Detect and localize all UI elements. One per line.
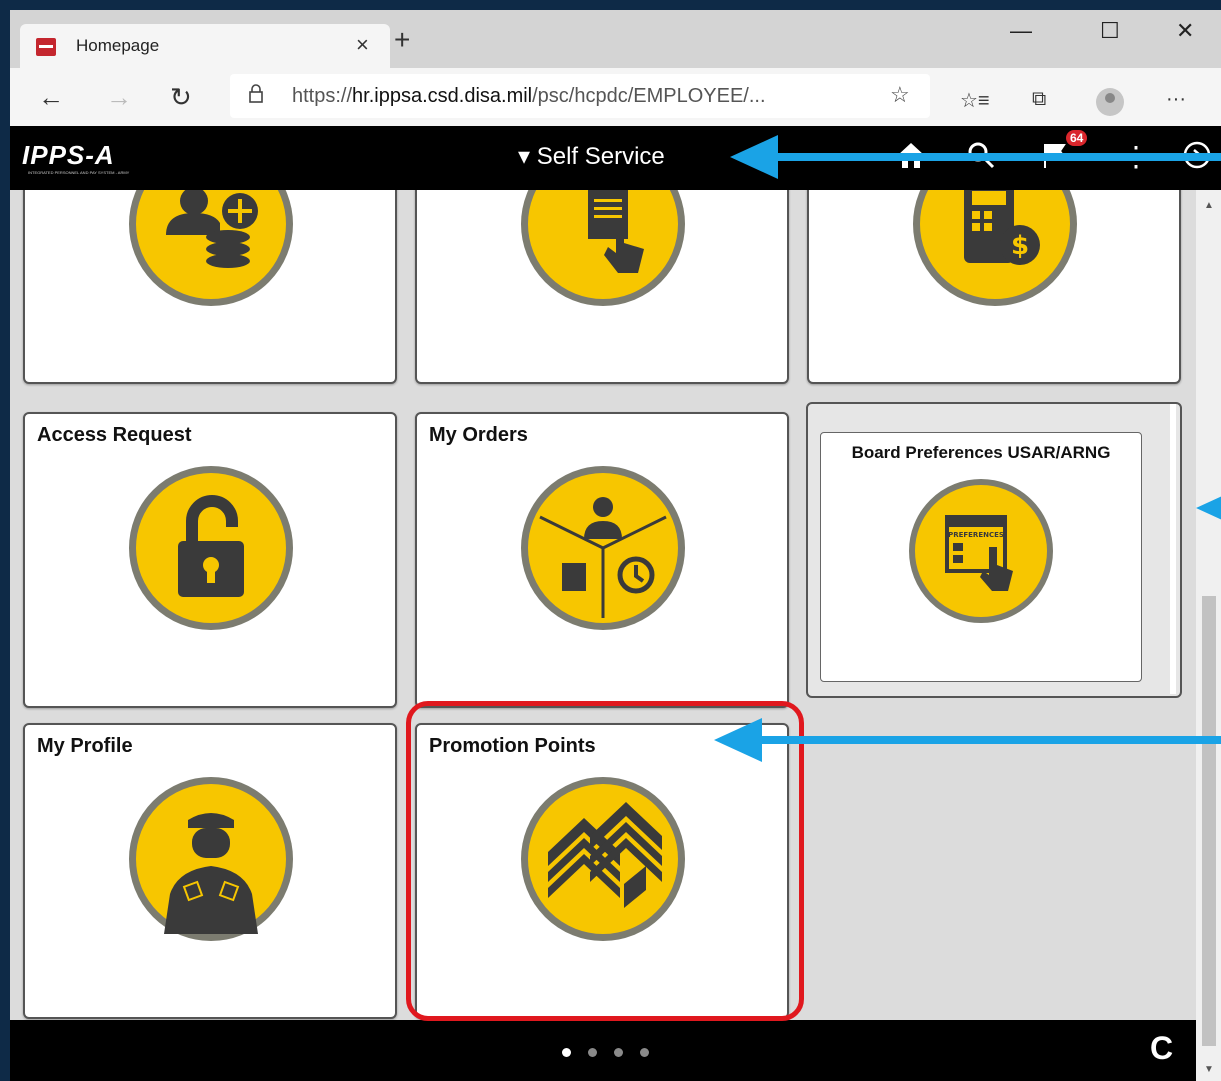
tile-documents[interactable] bbox=[415, 190, 789, 384]
tile-payroll[interactable]: $ bbox=[807, 190, 1181, 384]
page-dot-3[interactable] bbox=[614, 1048, 623, 1057]
tile-title: My Profile bbox=[37, 735, 133, 757]
tile-title: Access Request bbox=[37, 424, 192, 446]
scroll-up-arrow-icon[interactable]: ▲ bbox=[1204, 200, 1214, 211]
collections-icon[interactable]: ⧉ bbox=[1032, 88, 1046, 111]
calculator-dollar-icon: $ bbox=[913, 190, 1077, 306]
logo-subtitle: INTEGRATED PERSONNEL AND PAY SYSTEM - AR… bbox=[28, 170, 130, 175]
svg-text:PREFERENCES: PREFERENCES bbox=[948, 531, 1004, 539]
tile-title: Board Preferences USAR/ARNG bbox=[851, 443, 1111, 462]
url-field[interactable]: https://hr.ippsa.csd.disa.mil/psc/hcpdc/… bbox=[230, 74, 930, 118]
soldier-profile-icon bbox=[129, 777, 293, 941]
tile-group-board-preferences: Board Preferences USAR/ARNG PREFERENCES bbox=[806, 402, 1182, 698]
page-dot-2[interactable] bbox=[588, 1048, 597, 1057]
maximize-button[interactable]: ☐ bbox=[1100, 18, 1120, 44]
more-menu-icon[interactable]: ··· bbox=[1166, 88, 1186, 111]
url-text: https://hr.ippsa.csd.disa.mil/psc/hcpdc/… bbox=[292, 85, 766, 107]
unlocked-padlock-icon bbox=[129, 466, 293, 630]
tile-my-orders[interactable]: My Orders bbox=[415, 412, 789, 708]
page-dot-1[interactable] bbox=[562, 1048, 571, 1057]
favorites-list-icon[interactable]: ☆≡ bbox=[960, 88, 990, 113]
tile-my-profile[interactable]: My Profile bbox=[23, 723, 397, 1019]
tile-benefits[interactable] bbox=[23, 190, 397, 384]
document-touch-icon bbox=[521, 190, 685, 306]
homepage-selector[interactable]: ▾ Self Service bbox=[518, 142, 665, 171]
annotation-arrow-board-prefs-head bbox=[1196, 486, 1221, 530]
favorite-star-icon[interactable]: ☆ bbox=[890, 82, 910, 108]
svg-text:$: $ bbox=[1011, 231, 1029, 261]
close-window-button[interactable]: ✕ bbox=[1176, 18, 1194, 44]
new-tab-button[interactable]: + bbox=[394, 24, 410, 56]
tab-close-icon[interactable]: × bbox=[356, 32, 369, 58]
page-footer: C bbox=[10, 1020, 1196, 1081]
tile-title: My Orders bbox=[429, 424, 528, 446]
browser-tab[interactable]: Homepage × bbox=[20, 24, 390, 70]
tile-board-preferences[interactable]: Board Preferences USAR/ARNG PREFERENCES bbox=[820, 432, 1142, 682]
scroll-down-arrow-icon[interactable]: ▼ bbox=[1204, 1064, 1214, 1075]
page-scrollbar[interactable]: ▲ ▼ bbox=[1196, 190, 1221, 1081]
refresh-icon[interactable]: C bbox=[1150, 1030, 1173, 1067]
page-dot-4[interactable] bbox=[640, 1048, 649, 1057]
annotation-arrow-promotion-points-head bbox=[714, 718, 762, 762]
back-button[interactable]: ← bbox=[38, 82, 64, 113]
profile-avatar[interactable] bbox=[1096, 88, 1124, 116]
forward-button[interactable]: → bbox=[106, 82, 132, 113]
annotation-arrow-self-service bbox=[776, 153, 1221, 161]
scroll-thumb[interactable] bbox=[1202, 596, 1216, 1046]
tab-title: Homepage bbox=[76, 36, 160, 55]
oracle-favicon-icon bbox=[36, 38, 56, 56]
lock-icon bbox=[248, 84, 264, 109]
notification-badge: 64 bbox=[1066, 130, 1088, 146]
reload-button[interactable]: ↻ bbox=[170, 82, 192, 113]
preferences-touch-icon: PREFERENCES bbox=[909, 479, 1053, 623]
annotation-arrow-self-service-head bbox=[730, 135, 778, 179]
benefits-icon bbox=[129, 190, 293, 306]
minimize-button[interactable]: — bbox=[1010, 18, 1032, 44]
group-scrollbar[interactable] bbox=[1170, 404, 1176, 694]
address-bar-row: ← → ↻ https://hr.ippsa.csd.disa.mil/psc/… bbox=[10, 68, 1221, 130]
ippsa-logo: IPPS-A bbox=[22, 140, 115, 170]
annotation-arrow-promotion-points bbox=[760, 736, 1221, 744]
tile-access-request[interactable]: Access Request bbox=[23, 412, 397, 708]
orders-icon bbox=[521, 466, 685, 630]
tab-strip: Homepage × + — ☐ ✕ bbox=[10, 10, 1221, 70]
